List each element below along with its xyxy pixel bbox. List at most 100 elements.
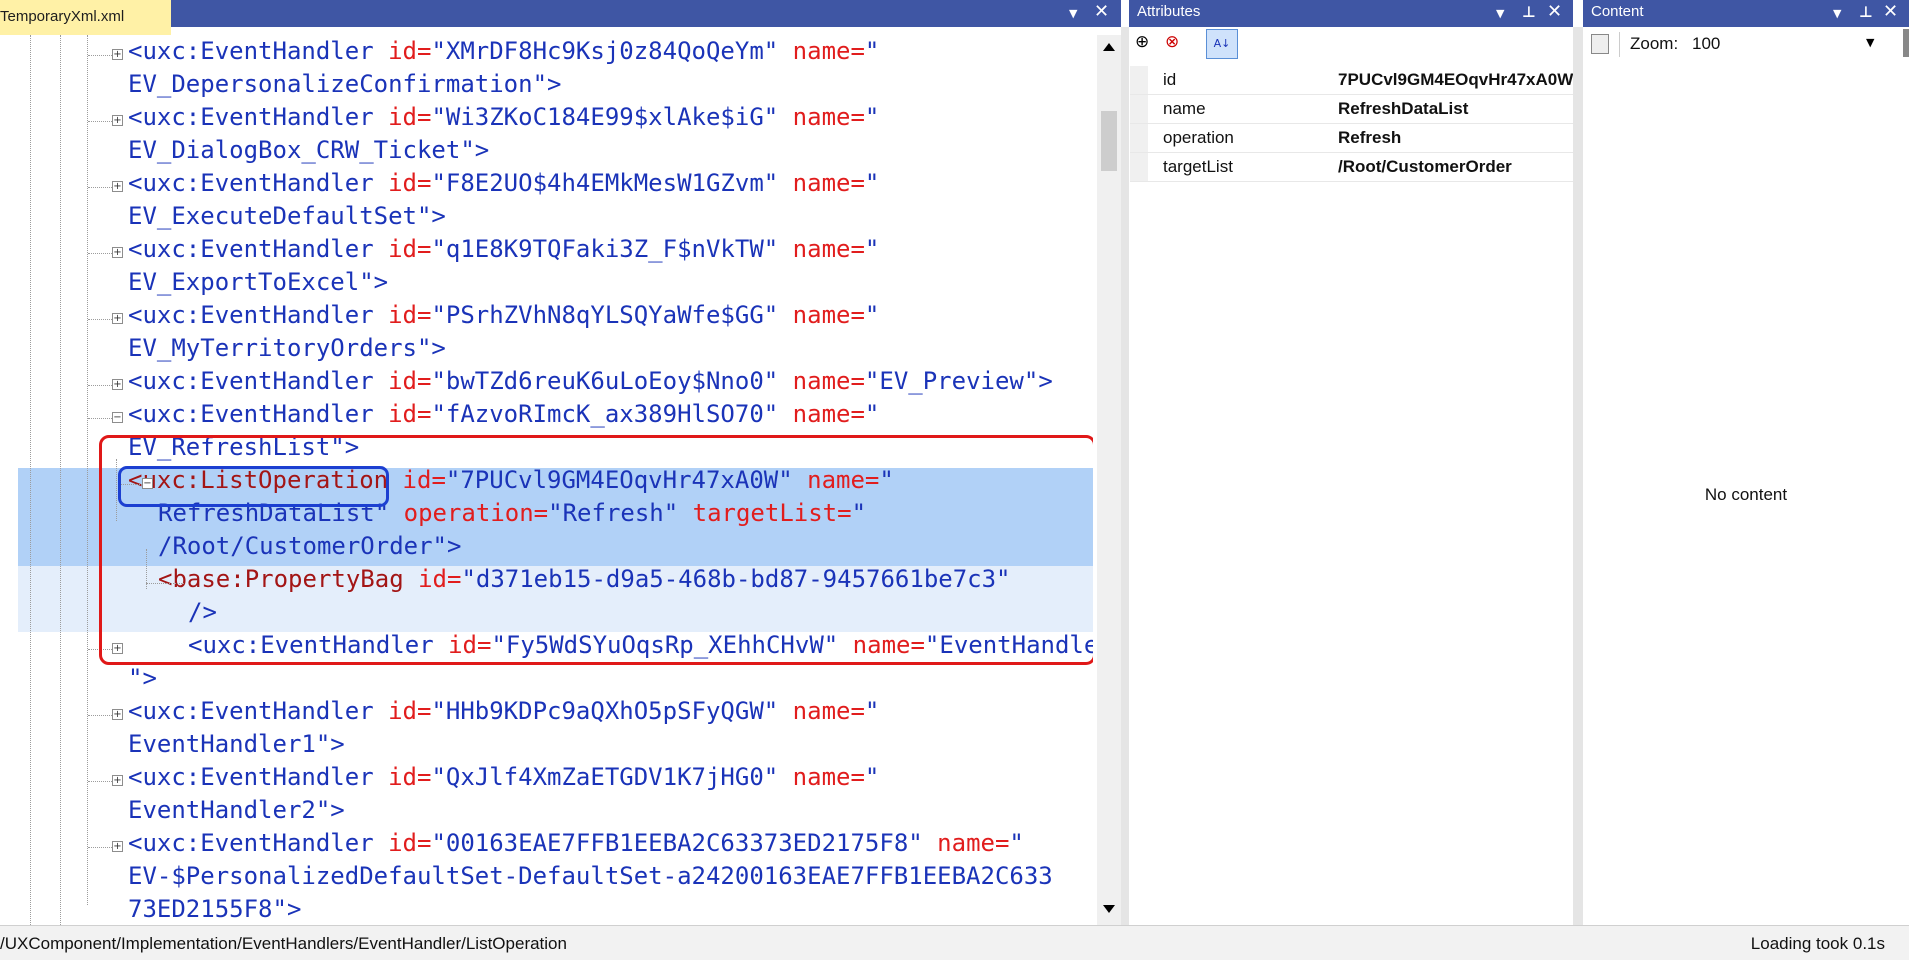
code-line[interactable]: EV_DialogBox_CRW_Ticket"> bbox=[0, 136, 1093, 169]
code-text: EventHandler1"> bbox=[128, 730, 345, 758]
scroll-thumb[interactable] bbox=[1101, 111, 1117, 171]
code-text: <uxc:EventHandler id="QxJlf4XmZaETGDV1K7… bbox=[128, 763, 879, 791]
attribute-value[interactable]: 7PUCvl9GM4EOqvHr47xA0W bbox=[1338, 70, 1574, 90]
attribute-value[interactable]: /Root/CustomerOrder bbox=[1338, 157, 1574, 177]
code-line[interactable]: <uxc:EventHandler id="Wi3ZKoC184E99$xlAk… bbox=[0, 103, 1093, 136]
code-line[interactable]: EV_ExecuteDefaultSet"> bbox=[0, 202, 1093, 235]
code-token: " bbox=[864, 697, 880, 725]
expand-node-icon[interactable]: + bbox=[112, 841, 123, 852]
code-line[interactable]: EV_MyTerritoryOrders"> bbox=[0, 334, 1093, 367]
code-line[interactable]: <uxc:EventHandler id="QxJlf4XmZaETGDV1K7… bbox=[0, 763, 1093, 796]
code-token: <uxc:EventHandler bbox=[128, 301, 374, 329]
code-line[interactable]: <uxc:EventHandler id="fAzvoRImcK_ax389Hl… bbox=[0, 400, 1093, 433]
pin-icon[interactable]: ⊥ bbox=[1522, 3, 1536, 21]
code-line[interactable]: EV_DepersonalizeConfirmation"> bbox=[0, 70, 1093, 103]
code-token: name= bbox=[778, 169, 865, 197]
blue-annotation-box bbox=[118, 466, 389, 507]
expand-node-icon[interactable]: + bbox=[112, 49, 123, 60]
code-text: EV_MyTerritoryOrders"> bbox=[128, 334, 446, 362]
code-line[interactable]: <uxc:EventHandler id="PSrhZVhN8qYLSQYaWf… bbox=[0, 301, 1093, 334]
code-token: name= bbox=[778, 37, 865, 65]
code-line[interactable]: <uxc:EventHandler id="bwTZd6reuK6uLoEoy$… bbox=[0, 367, 1093, 400]
code-text: <uxc:EventHandler id="q1E8K9TQFaki3Z_F$n… bbox=[128, 235, 879, 263]
code-token: name= bbox=[778, 103, 865, 131]
code-text: EV_DepersonalizeConfirmation"> bbox=[128, 70, 561, 98]
expand-node-icon[interactable]: + bbox=[112, 709, 123, 720]
code-line[interactable]: 73ED2155F8"> bbox=[0, 895, 1093, 925]
code-line[interactable]: EV_ExportToExcel"> bbox=[0, 268, 1093, 301]
tree-connector bbox=[88, 781, 112, 782]
attribute-row[interactable]: operation Refresh bbox=[1130, 124, 1574, 153]
tab-temporary-xml[interactable]: TemporaryXml.xml bbox=[0, 0, 171, 35]
code-token: id= bbox=[373, 400, 432, 428]
attribute-name: operation bbox=[1163, 128, 1234, 147]
scroll-down-icon[interactable] bbox=[1103, 905, 1115, 913]
code-token: name= bbox=[778, 400, 865, 428]
code-token: id= bbox=[373, 37, 432, 65]
code-line[interactable]: <uxc:EventHandler id="F8E2UO$4h4EMkMesW1… bbox=[0, 169, 1093, 202]
attribute-row[interactable]: id 7PUCvl9GM4EOqvHr47xA0W bbox=[1130, 66, 1574, 95]
zoom-select[interactable]: 100 ▼ bbox=[1688, 30, 1884, 56]
code-text: EventHandler2"> bbox=[128, 796, 345, 824]
code-token: "EV_Preview"> bbox=[864, 367, 1053, 395]
pin-icon[interactable]: ⊥ bbox=[1859, 3, 1873, 21]
code-line[interactable]: EventHandler1"> bbox=[0, 730, 1093, 763]
code-token: <uxc:EventHandler bbox=[128, 829, 374, 857]
code-token: EV_DialogBox_CRW_Ticket"> bbox=[128, 136, 490, 164]
attribute-row[interactable]: targetList/Root/CustomerOrder bbox=[1130, 153, 1574, 182]
code-line[interactable]: <uxc:EventHandler id="q1E8K9TQFaki3Z_F$n… bbox=[0, 235, 1093, 268]
no-content-text: No content bbox=[1704, 485, 1788, 504]
close-icon[interactable]: ✕ bbox=[1883, 1, 1898, 22]
attribute-value[interactable]: RefreshDataList bbox=[1338, 99, 1574, 119]
splitter[interactable] bbox=[1121, 27, 1129, 925]
code-token: "F8E2UO$4h4EMkMesW1GZvm" bbox=[431, 169, 779, 197]
splitter[interactable] bbox=[1573, 27, 1583, 925]
xml-editor-window: TemporaryXml.xml ▼ ✕ Attributes ▼ ⊥ ✕ Co… bbox=[0, 0, 1909, 960]
close-icon[interactable]: ✕ bbox=[1094, 1, 1109, 22]
editor-header: TemporaryXml.xml ▼ ✕ bbox=[0, 0, 1121, 35]
code-token: name= bbox=[922, 829, 1010, 857]
content-panel: Zoom: 100 ▼ No content bbox=[1583, 27, 1909, 925]
code-line[interactable]: <uxc:EventHandler id="HHb9KDPc9aQXhO5pSF… bbox=[0, 697, 1093, 730]
code-token: id= bbox=[373, 697, 432, 725]
dropdown-icon[interactable]: ▼ bbox=[1069, 7, 1077, 20]
status-bar: /UXComponent/Implementation/EventHandler… bbox=[0, 925, 1909, 960]
code-token: <uxc:EventHandler bbox=[128, 103, 374, 131]
content-page-icon[interactable] bbox=[1591, 34, 1609, 54]
code-line[interactable]: EventHandler2"> bbox=[0, 796, 1093, 829]
expand-node-icon[interactable]: + bbox=[112, 775, 123, 786]
code-token: name= bbox=[778, 301, 865, 329]
code-line[interactable]: EV-$PersonalizedDefaultSet-DefaultSet-a2… bbox=[0, 862, 1093, 895]
code-text: <uxc:EventHandler id="00163EAE7FFB1EEBA2… bbox=[128, 829, 1024, 857]
xml-editor[interactable]: <uxc:EventHandler id="XMrDF8Hc9Ksj0z84Qo… bbox=[0, 35, 1093, 925]
code-text: EV_ExecuteDefaultSet"> bbox=[128, 202, 446, 230]
code-token: id= bbox=[373, 235, 432, 263]
attribute-value[interactable]: Refresh bbox=[1338, 128, 1574, 148]
expand-node-icon[interactable]: + bbox=[112, 379, 123, 390]
collapse-node-icon[interactable]: − bbox=[112, 412, 123, 423]
code-line[interactable]: "> bbox=[0, 664, 1093, 697]
dropdown-icon[interactable]: ▼ bbox=[1496, 7, 1504, 20]
code-line[interactable]: <uxc:EventHandler id="00163EAE7FFB1EEBA2… bbox=[0, 829, 1093, 862]
code-token: "bwTZd6reuK6uLoEoy$Nno0" bbox=[431, 367, 779, 395]
editor-scrollbar[interactable] bbox=[1097, 35, 1121, 925]
code-token: id= bbox=[373, 763, 432, 791]
code-token: name= bbox=[778, 367, 865, 395]
scroll-up-icon[interactable] bbox=[1103, 43, 1115, 51]
code-line[interactable]: <uxc:EventHandler id="XMrDF8Hc9Ksj0z84Qo… bbox=[0, 37, 1093, 70]
remove-attribute-icon[interactable]: ⊗ bbox=[1165, 32, 1179, 52]
code-token: " bbox=[864, 763, 880, 791]
expand-node-icon[interactable]: + bbox=[112, 313, 123, 324]
close-icon[interactable]: ✕ bbox=[1547, 1, 1562, 22]
attribute-row[interactable]: name RefreshDataList bbox=[1130, 95, 1574, 124]
expand-node-icon[interactable]: + bbox=[112, 247, 123, 258]
code-token: "q1E8K9TQFaki3Z_F$nVkTW" bbox=[431, 235, 779, 263]
expand-node-icon[interactable]: + bbox=[112, 181, 123, 192]
code-token: EV_ExportToExcel"> bbox=[128, 268, 389, 296]
code-token: " bbox=[1009, 829, 1024, 857]
expand-node-icon[interactable]: + bbox=[112, 115, 123, 126]
dropdown-icon[interactable]: ▼ bbox=[1833, 7, 1841, 20]
add-attribute-icon[interactable]: ⊕ bbox=[1135, 32, 1149, 52]
content-header: Content ▼ ⊥ ✕ bbox=[1583, 0, 1909, 27]
sort-alpha-icon[interactable]: A↓ bbox=[1206, 29, 1238, 59]
